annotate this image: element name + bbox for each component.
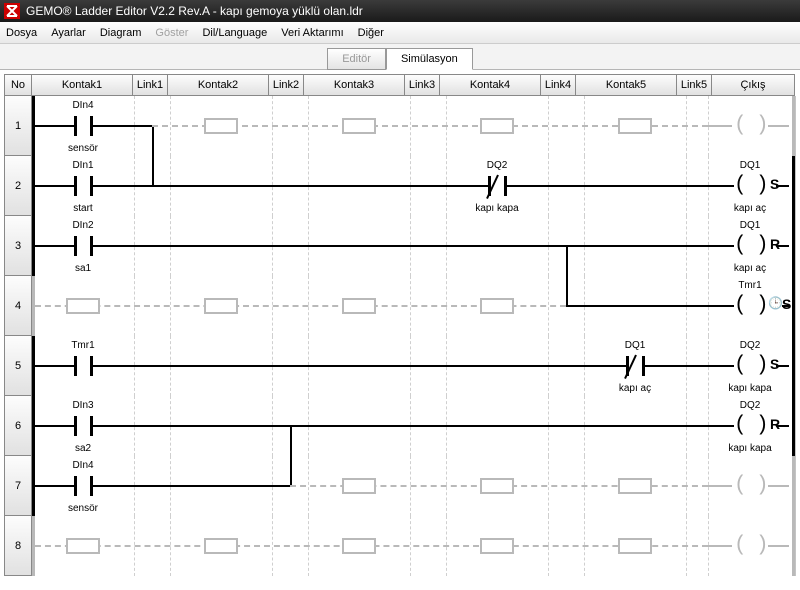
coil-label-top: DQ1 <box>708 220 792 231</box>
rung-body[interactable]: DIn4 sensör () <box>32 456 796 516</box>
titlebar: GEMO® Ladder Editor V2.2 Rev.A - kapı ge… <box>0 0 800 22</box>
contact-label-top: DIn3 <box>32 400 134 411</box>
placeholder-contact[interactable] <box>584 96 686 156</box>
header-l5: Link5 <box>676 74 712 96</box>
coil-label-top: DQ2 <box>708 400 792 411</box>
coil-suffix: S <box>770 356 779 372</box>
placeholder-contact[interactable] <box>32 516 134 576</box>
menu-dosya[interactable]: Dosya <box>6 27 37 39</box>
menubar: Dosya Ayarlar Diagram Göster Dil/Languag… <box>0 22 800 44</box>
tab-simulation[interactable]: Simülasyon <box>386 48 473 70</box>
coil-label-top: DQ1 <box>708 160 792 171</box>
placeholder-contact[interactable] <box>584 516 686 576</box>
header-k5: Kontak5 <box>575 74 677 96</box>
rung-number: 5 <box>4 336 32 396</box>
rung-body[interactable]: DIn2 sa1 DQ1 () R kapı aç <box>32 216 796 276</box>
header-no: No <box>4 74 32 96</box>
menu-diger[interactable]: Diğer <box>358 27 384 39</box>
coil-suffix: S <box>782 296 791 312</box>
rung-body[interactable]: Tmr1 () 🕒 S <box>32 276 796 336</box>
rung-number: 4 <box>4 276 32 336</box>
rung-body[interactable]: DIn4 sensör () <box>32 96 796 156</box>
clock-icon: 🕒 <box>768 296 783 310</box>
placeholder-contact[interactable] <box>32 276 134 336</box>
contact-label-bot: sensör <box>32 503 134 514</box>
contact-label-top: DQ2 <box>446 160 548 171</box>
rung-row: 5 Tmr1 DQ1 kapı aç DQ2 () <box>4 336 796 396</box>
placeholder-contact[interactable] <box>308 516 410 576</box>
header-out: Çıkış <box>711 74 795 96</box>
coil-label-top: DQ2 <box>708 340 792 351</box>
menu-ayarlar[interactable]: Ayarlar <box>51 27 86 39</box>
ladder-grid: No Kontak1 Link1 Kontak2 Link2 Kontak3 L… <box>0 70 800 576</box>
rung-number: 8 <box>4 516 32 576</box>
placeholder-contact[interactable] <box>446 516 548 576</box>
rung-body[interactable]: DIn3 sa2 DQ2 () R kapı kapa <box>32 396 796 456</box>
header-k1: Kontak1 <box>31 74 133 96</box>
rung-body[interactable]: () <box>32 516 796 576</box>
rung-row: 4 Tmr1 () 🕒 S <box>4 276 796 336</box>
coil-label-bot: kapı aç <box>708 263 792 274</box>
header-l3: Link3 <box>404 74 440 96</box>
coil-label-bot: kapı kapa <box>708 443 792 454</box>
rung-number: 6 <box>4 396 32 456</box>
contact-label-top: DIn2 <box>32 220 134 231</box>
placeholder-contact[interactable] <box>308 456 410 516</box>
header-k2: Kontak2 <box>167 74 269 96</box>
contact-label-top: Tmr1 <box>32 340 134 351</box>
rung-number: 1 <box>4 96 32 156</box>
rung-row: 8 () <box>4 516 796 576</box>
tabbar: Editör Simülasyon <box>0 44 800 70</box>
placeholder-contact[interactable] <box>446 96 548 156</box>
rung-body[interactable]: DIn1 start DQ2 kapı kapa DQ1 () S kapı a… <box>32 156 796 216</box>
tab-editor[interactable]: Editör <box>327 48 386 70</box>
rung-row: 2 DIn1 start DQ2 kapı kapa <box>4 156 796 216</box>
rung-row: 3 DIn2 sa1 DQ1 () R kapı aç <box>4 216 796 276</box>
contact-label-bot: kapı kapa <box>446 203 548 214</box>
contact-label-bot: kapı aç <box>584 383 686 394</box>
coil-label-bot: kapı kapa <box>708 383 792 394</box>
header-l2: Link2 <box>268 74 304 96</box>
header-l4: Link4 <box>540 74 576 96</box>
rung-row: 7 DIn4 sensör () <box>4 456 796 516</box>
placeholder-contact[interactable] <box>170 276 272 336</box>
coil-suffix: S <box>770 176 779 192</box>
placeholder-contact[interactable] <box>308 96 410 156</box>
rung-row: 1 DIn4 sensör <box>4 96 796 156</box>
rung-number: 7 <box>4 456 32 516</box>
placeholder-contact[interactable] <box>446 456 548 516</box>
placeholder-contact[interactable] <box>446 276 548 336</box>
placeholder-contact[interactable] <box>584 456 686 516</box>
contact-label-top: DIn4 <box>32 460 134 471</box>
menu-dil[interactable]: Dil/Language <box>202 27 267 39</box>
coil-label-top: Tmr1 <box>708 280 792 291</box>
coil-suffix: R <box>770 416 780 432</box>
header-k4: Kontak4 <box>439 74 541 96</box>
header-k3: Kontak3 <box>303 74 405 96</box>
header-l1: Link1 <box>132 74 168 96</box>
contact-label-top: DIn4 <box>32 100 134 111</box>
placeholder-contact[interactable] <box>170 96 272 156</box>
coil-timer-set[interactable]: Tmr1 () 🕒 S <box>708 276 792 336</box>
menu-veri[interactable]: Veri Aktarımı <box>281 27 343 39</box>
coil-suffix: R <box>770 236 780 252</box>
menu-diagram[interactable]: Diagram <box>100 27 142 39</box>
rung-row: 6 DIn3 sa2 DQ2 () R kapı kapa <box>4 396 796 456</box>
window-title: GEMO® Ladder Editor V2.2 Rev.A - kapı ge… <box>26 4 363 18</box>
contact-label-top: DIn1 <box>32 160 134 171</box>
contact-label-top: DQ1 <box>584 340 686 351</box>
rung-body[interactable]: Tmr1 DQ1 kapı aç DQ2 () S kapı kapa <box>32 336 796 396</box>
app-logo-icon <box>4 3 20 19</box>
contact-label-bot: sensör <box>32 143 134 154</box>
rung-number: 2 <box>4 156 32 216</box>
rung-number: 3 <box>4 216 32 276</box>
contact-label-bot: sa2 <box>32 443 134 454</box>
placeholder-contact[interactable] <box>170 516 272 576</box>
menu-goster: Göster <box>155 27 188 39</box>
contact-label-bot: sa1 <box>32 263 134 274</box>
column-headers: No Kontak1 Link1 Kontak2 Link2 Kontak3 L… <box>4 74 796 96</box>
contact-label-bot: start <box>32 203 134 214</box>
coil-label-bot: kapı aç <box>708 203 792 214</box>
placeholder-contact[interactable] <box>308 276 410 336</box>
